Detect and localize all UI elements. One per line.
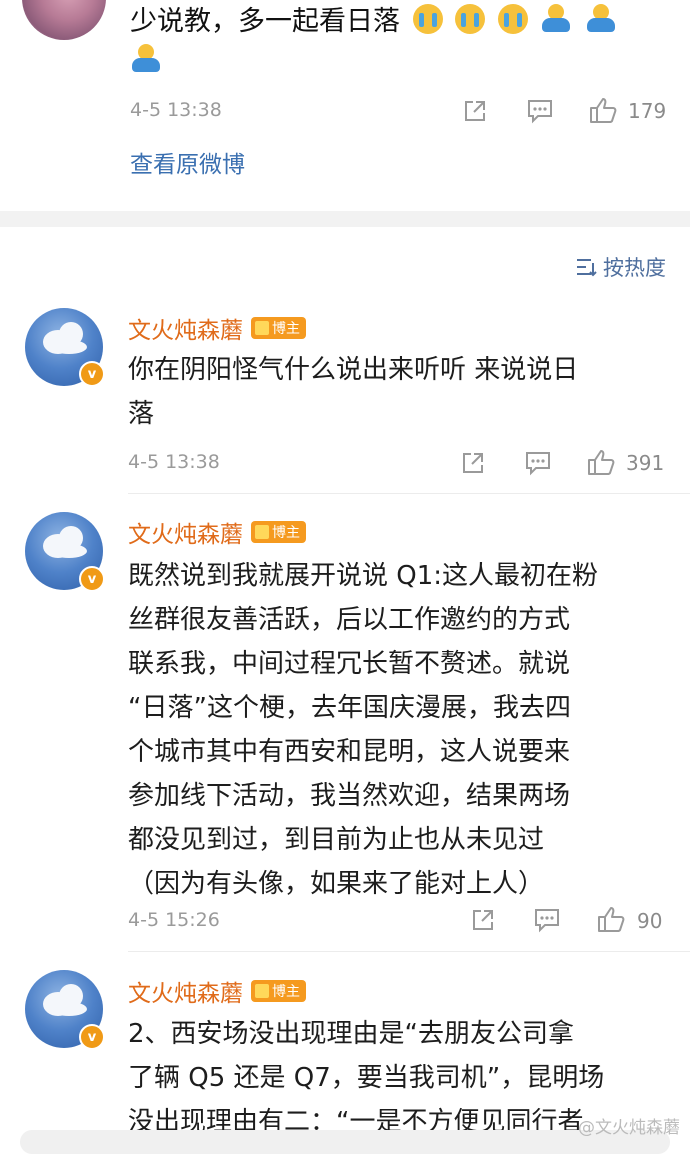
comment-time: 4-5 13:38 [130, 99, 222, 121]
like-icon[interactable] [588, 96, 618, 124]
view-original-link[interactable]: 查看原微博 [130, 145, 245, 179]
share-icon[interactable] [462, 98, 488, 124]
crying-emoji-icon [497, 4, 528, 34]
like-icon[interactable] [586, 448, 616, 476]
hug-emoji-icon [585, 4, 617, 34]
verified-badge-icon: v [79, 566, 105, 592]
author-name[interactable]: 文火炖森蘑 博主 [128, 515, 306, 549]
comment-time: 4-5 13:38 [128, 451, 220, 473]
blogger-tag: 博主 [251, 980, 306, 1002]
crown-icon [255, 525, 269, 539]
sort-label: 按热度 [603, 256, 666, 280]
crying-emoji-icon [412, 4, 443, 34]
crown-icon [255, 984, 269, 998]
crying-emoji-icon [455, 4, 486, 34]
share-icon[interactable] [470, 907, 496, 933]
author-name[interactable]: 文火炖森蘑 博主 [128, 311, 306, 345]
share-icon[interactable] [460, 450, 486, 476]
crown-icon [255, 321, 269, 335]
section-divider [0, 211, 690, 227]
like-icon[interactable] [596, 905, 626, 933]
comment-icon[interactable] [524, 450, 552, 476]
divider [128, 951, 690, 952]
avatar[interactable] [22, 0, 106, 40]
comment-time: 4-5 15:26 [128, 909, 220, 931]
verified-badge-icon: v [79, 361, 105, 387]
like-count: 391 [626, 451, 665, 475]
hug-emoji-icon [540, 4, 572, 34]
like-count: 90 [637, 909, 663, 933]
sort-by-hot-button[interactable]: 按热度 [575, 252, 666, 282]
blogger-tag: 博主 [251, 317, 306, 339]
like-count: 179 [628, 99, 667, 123]
divider [128, 493, 690, 494]
comment-icon[interactable] [533, 907, 561, 933]
hug-emoji-icon [130, 44, 162, 74]
verified-badge-icon: v [79, 1024, 105, 1050]
author-name[interactable]: 文火炖森蘑 博主 [128, 974, 306, 1008]
watermark: @文火炖森蘑 [578, 1118, 680, 1138]
sort-icon [577, 259, 597, 277]
comment-text: 你在阴阳怪气什么说出来听听 来说说日 落 [128, 355, 579, 429]
comment-text: 既然说到我就展开说说 Q1:这人最初在粉 丝群很友善活跃，后以工作邀约的方式 联… [128, 561, 599, 899]
blogger-tag: 博主 [251, 521, 306, 543]
comment-text: 少说教，多一起看日落 [130, 2, 617, 42]
bottom-input-bar[interactable] [20, 1130, 670, 1154]
comment-icon[interactable] [526, 98, 554, 124]
